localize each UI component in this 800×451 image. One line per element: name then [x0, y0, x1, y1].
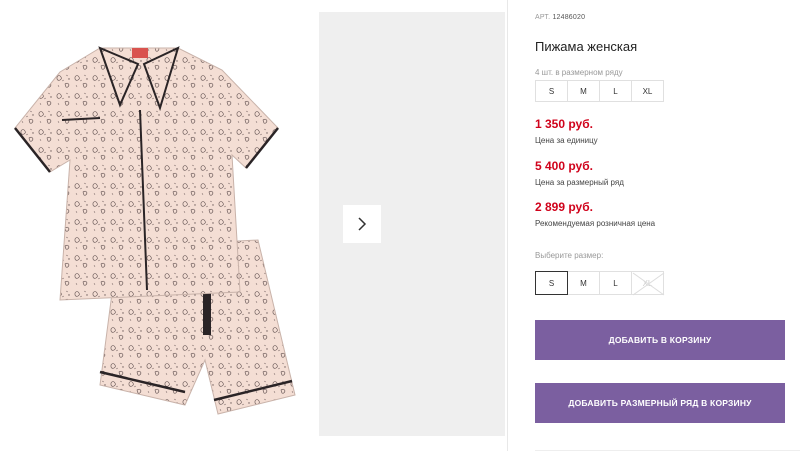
pack-size-s: S	[535, 80, 568, 102]
retail-price: 2 899 руб.	[535, 200, 593, 214]
column-divider	[507, 0, 508, 451]
pack-size-l: L	[599, 80, 632, 102]
sku-value: 12486020	[552, 14, 586, 21]
unit-price: 1 350 руб.	[535, 117, 593, 131]
size-option-xl-unavailable: XL	[631, 271, 665, 296]
product-gallery	[0, 0, 505, 451]
pack-size-list: S M L XL	[535, 80, 664, 102]
gallery-next-button[interactable]	[343, 205, 381, 243]
add-pack-to-cart-button[interactable]: ДОБАВИТЬ РАЗМЕРНЫЙ РЯД В КОРЗИНУ	[535, 383, 785, 423]
product-sku: АРТ. 12486020	[535, 14, 585, 21]
strike-through-icon	[632, 272, 665, 296]
size-option-m[interactable]: M	[567, 271, 600, 295]
pack-price-note: Цена за размерный ряд	[535, 178, 624, 187]
pack-size-m: M	[567, 80, 600, 102]
choose-size-label: Выберите размер:	[535, 251, 604, 260]
pack-size-label: 4 шт. в размерном ряду	[535, 68, 623, 77]
sku-label: АРТ.	[535, 14, 551, 21]
unit-price-note: Цена за единицу	[535, 136, 598, 145]
size-option-s[interactable]: S	[535, 271, 568, 295]
product-image-pajama[interactable]	[0, 0, 310, 436]
retail-price-note: Рекомендуемая розничная цена	[535, 219, 656, 228]
add-to-cart-button[interactable]: ДОБАВИТЬ В КОРЗИНУ	[535, 320, 785, 360]
pack-price: 5 400 руб.	[535, 159, 593, 173]
size-option-l[interactable]: L	[599, 271, 632, 295]
size-selector: S M L XL	[535, 271, 665, 296]
product-title: Пижама женская	[535, 39, 638, 54]
pack-size-xl: XL	[631, 80, 664, 102]
chevron-right-icon	[358, 217, 367, 231]
